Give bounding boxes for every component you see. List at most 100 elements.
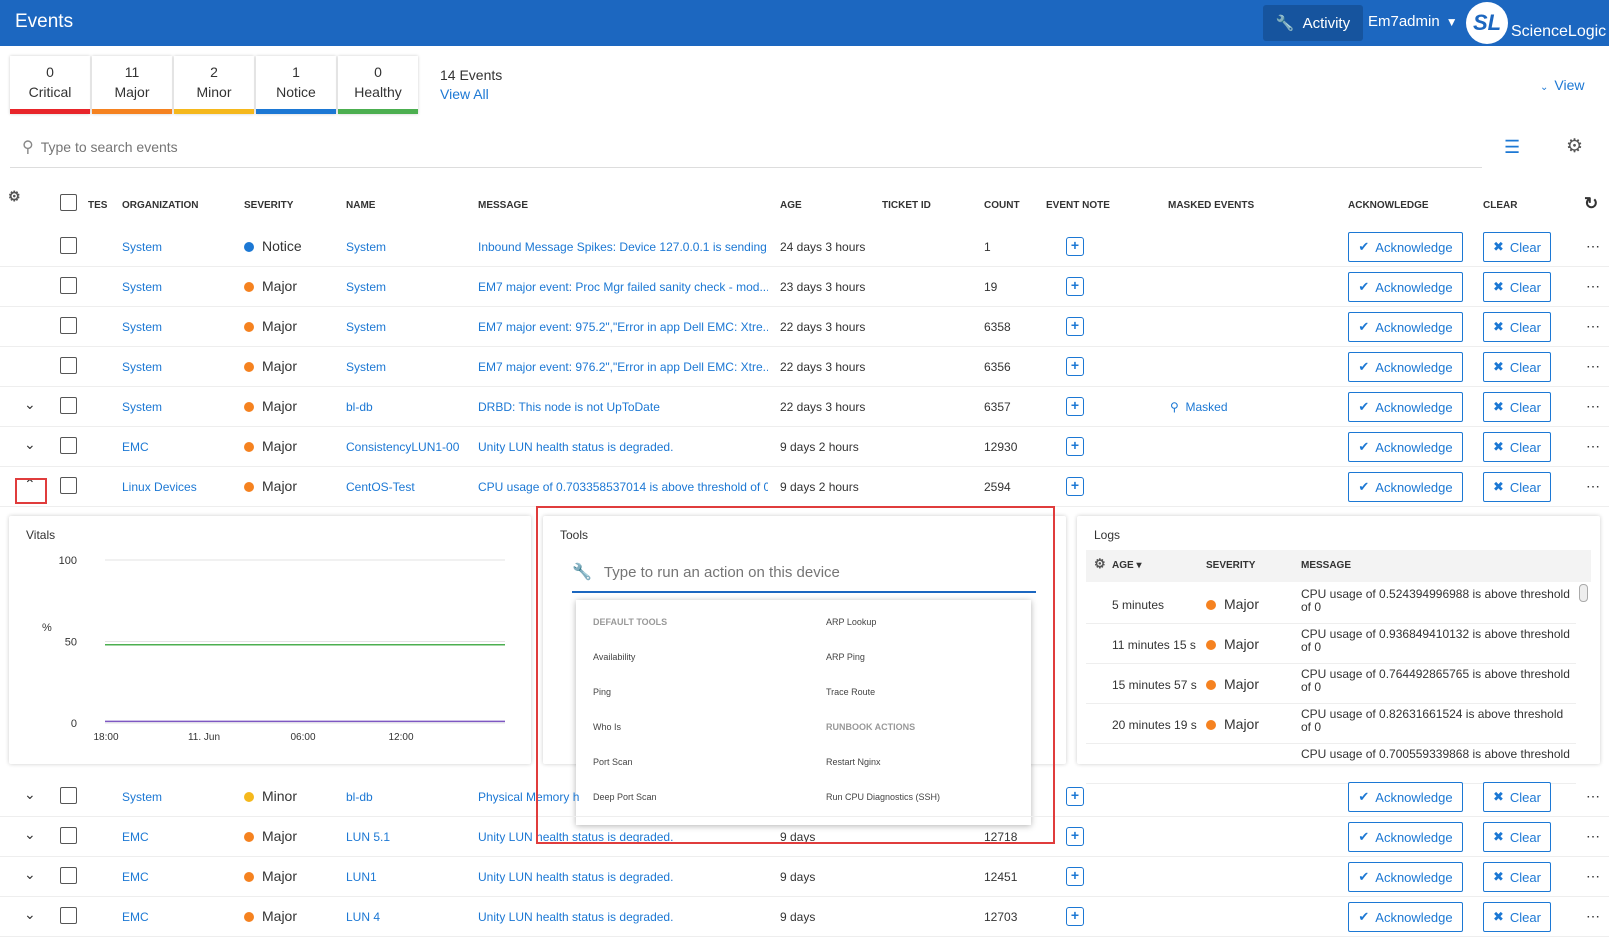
- clear-button[interactable]: ✖ Clear: [1483, 432, 1551, 462]
- more-icon[interactable]: ⋯: [1586, 828, 1600, 845]
- organization-link[interactable]: System: [122, 360, 162, 374]
- log-row[interactable]: 5 minutes Major CPU usage of 0.52439499698…: [1086, 584, 1576, 624]
- device-link[interactable]: System: [346, 360, 386, 374]
- clear-button[interactable]: ✖ Clear: [1483, 822, 1551, 852]
- acknowledge-button[interactable]: ✔ Acknowledge: [1348, 472, 1463, 502]
- severity-card-0[interactable]: 0 Critical: [10, 56, 90, 114]
- organization-link[interactable]: System: [122, 280, 162, 294]
- chevron-down-icon[interactable]: ⌄: [24, 826, 36, 843]
- col-clear[interactable]: CLEAR: [1483, 200, 1517, 211]
- message-link[interactable]: Inbound Message Spikes: Device 127.0.0.1…: [478, 240, 768, 254]
- row-checkbox[interactable]: [60, 907, 77, 924]
- table-row[interactable]: ⌄ System Major bl-db DRBD: This node is not …: [0, 387, 1609, 427]
- chevron-down-icon[interactable]: ⌄: [24, 906, 36, 923]
- device-link[interactable]: bl-db: [346, 400, 373, 414]
- acknowledge-button[interactable]: ✔ Acknowledge: [1348, 392, 1463, 422]
- acknowledge-button[interactable]: ✔ Acknowledge: [1348, 312, 1463, 342]
- chevron-down-icon[interactable]: ⌄: [24, 396, 36, 413]
- more-icon[interactable]: ⋯: [1586, 278, 1600, 295]
- organization-link[interactable]: System: [122, 400, 162, 414]
- event-note-icon[interactable]: +: [1066, 277, 1084, 296]
- more-icon[interactable]: ⋯: [1586, 358, 1600, 375]
- more-icon[interactable]: ⋯: [1586, 788, 1600, 805]
- device-link[interactable]: ConsistencyLUN1-00: [346, 440, 459, 454]
- table-row[interactable]: System Major System EM7 major event: 975.2"…: [0, 307, 1609, 347]
- clear-button[interactable]: ✖ Clear: [1483, 352, 1551, 382]
- search-input[interactable]: [40, 138, 841, 155]
- col-tes[interactable]: TES: [88, 200, 107, 211]
- event-note-icon[interactable]: +: [1066, 867, 1084, 886]
- row-checkbox[interactable]: [60, 827, 77, 844]
- message-link[interactable]: EM7 major event: 976.2","Error in app De…: [478, 360, 768, 374]
- logs-scrollbar[interactable]: [1579, 584, 1588, 602]
- more-icon[interactable]: ⋯: [1586, 868, 1600, 885]
- severity-card-4[interactable]: 0 Healthy: [338, 56, 418, 114]
- clear-button[interactable]: ✖ Clear: [1483, 902, 1551, 932]
- row-checkbox[interactable]: [60, 867, 77, 884]
- event-note-icon[interactable]: +: [1066, 787, 1084, 806]
- message-link[interactable]: EM7 major event: 975.2","Error in app De…: [478, 320, 768, 334]
- log-row[interactable]: 11 minutes 15 s Major CPU usage of 0.93684…: [1086, 624, 1576, 664]
- col-name[interactable]: NAME: [346, 200, 375, 211]
- table-row[interactable]: ⌄ EMC Major LUN1 Unity LUN health status is …: [0, 857, 1609, 897]
- col-message[interactable]: MESSAGE: [478, 200, 528, 211]
- event-note-icon[interactable]: +: [1066, 477, 1084, 496]
- table-row[interactable]: ⌃ Linux Devices Major CentOS-Test CPU usage …: [0, 467, 1609, 507]
- log-row[interactable]: 15 minutes 57 s Major CPU usage of 0.76449…: [1086, 664, 1576, 704]
- table-row[interactable]: System Major System EM7 major event: Proc M…: [0, 267, 1609, 307]
- menu-icon[interactable]: ☰: [1504, 137, 1520, 158]
- organization-link[interactable]: Linux Devices: [122, 480, 197, 494]
- device-link[interactable]: LUN 4: [346, 910, 380, 924]
- organization-link[interactable]: EMC: [122, 830, 149, 844]
- severity-card-3[interactable]: 1 Notice: [256, 56, 336, 114]
- clear-button[interactable]: ✖ Clear: [1483, 272, 1551, 302]
- message-link[interactable]: CPU usage of 0.703358537014 is above thr…: [478, 480, 768, 494]
- logs-col-severity[interactable]: SEVERITY: [1206, 560, 1255, 571]
- row-checkbox[interactable]: [60, 437, 77, 454]
- device-link[interactable]: LUN1: [346, 870, 377, 884]
- row-checkbox[interactable]: [60, 277, 77, 294]
- col-age[interactable]: AGE: [780, 200, 802, 211]
- clear-button[interactable]: ✖ Clear: [1483, 312, 1551, 342]
- more-icon[interactable]: ⋯: [1586, 908, 1600, 925]
- acknowledge-button[interactable]: ✔ Acknowledge: [1348, 232, 1463, 262]
- acknowledge-button[interactable]: ✔ Acknowledge: [1348, 862, 1463, 892]
- organization-link[interactable]: System: [122, 320, 162, 334]
- masked-link[interactable]: ⚲ Masked: [1170, 400, 1228, 414]
- chevron-down-icon[interactable]: ⌄: [24, 866, 36, 883]
- organization-link[interactable]: System: [122, 240, 162, 254]
- device-link[interactable]: System: [346, 320, 386, 334]
- row-checkbox[interactable]: [60, 317, 77, 334]
- device-link[interactable]: CentOS-Test: [346, 480, 415, 494]
- row-checkbox[interactable]: [60, 237, 77, 254]
- more-icon[interactable]: ⋯: [1586, 478, 1600, 495]
- row-checkbox[interactable]: [60, 477, 77, 494]
- col-acknowledge[interactable]: ACKNOWLEDGE: [1348, 200, 1429, 211]
- table-row[interactable]: System Notice System Inbound Message Spikes…: [0, 227, 1609, 267]
- event-note-icon[interactable]: +: [1066, 907, 1084, 926]
- device-link[interactable]: System: [346, 240, 386, 254]
- gear-icon[interactable]: ⚙: [8, 188, 21, 205]
- more-icon[interactable]: ⋯: [1586, 238, 1600, 255]
- message-link[interactable]: EM7 major event: Proc Mgr failed sanity …: [478, 280, 768, 294]
- table-row[interactable]: ⌄ EMC Major ConsistencyLUN1-00 Unity LUN hea…: [0, 427, 1609, 467]
- logs-col-age[interactable]: AGE ▾: [1112, 560, 1141, 571]
- col-masked-events[interactable]: MASKED EVENTS: [1168, 200, 1254, 211]
- gear-icon[interactable]: ⚙: [1566, 135, 1583, 158]
- select-all-checkbox[interactable]: [60, 194, 77, 211]
- col-severity[interactable]: SEVERITY: [244, 200, 293, 211]
- event-note-icon[interactable]: +: [1066, 437, 1084, 456]
- refresh-icon[interactable]: ↻: [1584, 194, 1598, 214]
- gear-icon[interactable]: ⚙: [1094, 556, 1106, 572]
- more-icon[interactable]: ⋯: [1586, 398, 1600, 415]
- col-event-note[interactable]: EVENT NOTE: [1046, 200, 1110, 211]
- chevron-down-icon[interactable]: ⌄: [24, 786, 36, 803]
- acknowledge-button[interactable]: ✔ Acknowledge: [1348, 352, 1463, 382]
- severity-card-1[interactable]: 11 Major: [92, 56, 172, 114]
- organization-link[interactable]: EMC: [122, 870, 149, 884]
- message-link[interactable]: Unity LUN health status is degraded.: [478, 870, 673, 884]
- col-ticket-id[interactable]: TICKET ID: [882, 200, 931, 211]
- message-link[interactable]: Unity LUN health status is degraded.: [478, 910, 673, 924]
- event-note-icon[interactable]: +: [1066, 237, 1084, 256]
- activity-button[interactable]: 🔧 Activity: [1263, 5, 1363, 41]
